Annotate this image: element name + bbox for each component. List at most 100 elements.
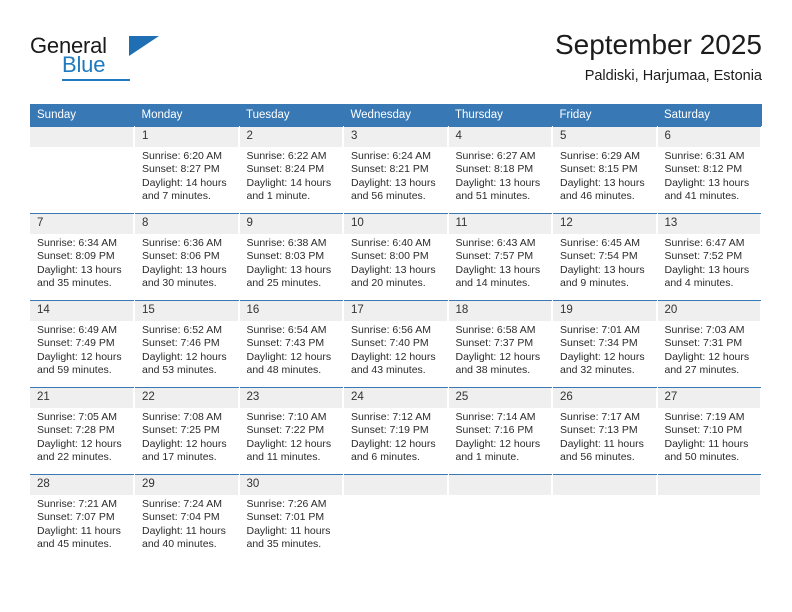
calendar-day-cell[interactable]: 17 Sunrise: 6:56 AM Sunset: 7:40 PM Dayligh… bbox=[343, 300, 449, 388]
weekday-header-row: Sunday Monday Tuesday Wednesday Thursday… bbox=[30, 104, 762, 127]
day-details: Sunrise: 6:34 AM Sunset: 8:09 PM Daylight:… bbox=[30, 234, 134, 291]
daylight-duration-line2: and 32 minutes. bbox=[560, 364, 635, 377]
calendar-day-cell[interactable]: 15 Sunrise: 6:52 AM Sunset: 7:46 PM Dayligh… bbox=[134, 300, 240, 388]
calendar-cell-empty bbox=[30, 126, 135, 214]
calendar-week-row: 21 Sunrise: 7:05 AM Sunset: 7:28 PM Dayligh… bbox=[30, 387, 762, 475]
daylight-duration-line2: and 43 minutes. bbox=[351, 364, 426, 377]
sunrise-time: Sunrise: 6:40 AM bbox=[351, 237, 431, 249]
calendar-day-cell[interactable]: 5 Sunrise: 6:29 AM Sunset: 8:15 PM Daylight… bbox=[552, 126, 658, 214]
sunrise-time: Sunrise: 6:27 AM bbox=[455, 150, 536, 162]
calendar-cell-empty bbox=[448, 474, 553, 561]
sunrise-time: Sunrise: 6:49 AM bbox=[37, 324, 117, 336]
cell-inner: 27 Sunrise: 7:19 AM Sunset: 7:10 PM Dayligh… bbox=[657, 388, 761, 474]
daylight-duration-line1: Daylight: 12 hours bbox=[142, 437, 227, 450]
sunset-time: Sunset: 7:04 PM bbox=[142, 511, 220, 524]
calendar-week-row: 28 Sunrise: 7:21 AM Sunset: 7:07 PM Dayligh… bbox=[30, 474, 762, 561]
day-details: Sunrise: 7:24 AM Sunset: 7:04 PM Daylight:… bbox=[135, 495, 239, 552]
page-header: General Blue September 2025 Paldiski, Ha… bbox=[0, 0, 792, 104]
calendar-day-cell[interactable]: 22 Sunrise: 7:08 AM Sunset: 7:25 PM Dayligh… bbox=[134, 387, 240, 475]
sunrise-time: Sunrise: 6:54 AM bbox=[246, 324, 327, 336]
sunset-time: Sunset: 7:37 PM bbox=[455, 337, 534, 350]
brand-underline bbox=[62, 79, 130, 81]
calendar-day-cell[interactable]: 11 Sunrise: 6:43 AM Sunset: 7:57 PM Dayligh… bbox=[448, 213, 553, 301]
calendar-day-cell[interactable]: 10 Sunrise: 6:40 AM Sunset: 8:00 PM Dayligh… bbox=[343, 213, 449, 301]
weekday-header-monday: Monday bbox=[134, 104, 239, 127]
calendar-day-cell[interactable]: 25 Sunrise: 7:14 AM Sunset: 7:16 PM Dayligh… bbox=[448, 387, 553, 475]
calendar-day-cell[interactable]: 23 Sunrise: 7:10 AM Sunset: 7:22 PM Dayligh… bbox=[239, 387, 344, 475]
cell-inner bbox=[657, 475, 761, 561]
day-number bbox=[30, 127, 134, 147]
day-number bbox=[448, 475, 552, 495]
daylight-duration-line1: Daylight: 14 hours bbox=[246, 176, 332, 189]
calendar-day-cell[interactable]: 7 Sunrise: 6:34 AM Sunset: 8:09 PM Daylight… bbox=[30, 213, 135, 301]
calendar-day-cell[interactable]: 16 Sunrise: 6:54 AM Sunset: 7:43 PM Dayligh… bbox=[239, 300, 344, 388]
calendar-day-cell[interactable]: 30 Sunrise: 7:26 AM Sunset: 7:01 PM Dayligh… bbox=[239, 474, 344, 561]
cell-inner: 23 Sunrise: 7:10 AM Sunset: 7:22 PM Dayligh… bbox=[239, 388, 343, 474]
day-number bbox=[344, 475, 448, 495]
cell-inner: 14 Sunrise: 6:49 AM Sunset: 7:49 PM Dayligh… bbox=[30, 301, 134, 387]
daylight-duration-line2: and 38 minutes. bbox=[455, 364, 531, 377]
day-details: Sunrise: 6:27 AM Sunset: 8:18 PM Daylight:… bbox=[449, 147, 553, 204]
cell-inner: 1 Sunrise: 6:20 AM Sunset: 8:27 PM Daylight… bbox=[135, 127, 239, 213]
daylight-duration-line2: and 45 minutes. bbox=[37, 538, 112, 551]
cell-inner: 11 Sunrise: 6:43 AM Sunset: 7:57 PM Dayligh… bbox=[448, 214, 552, 300]
sunset-time: Sunset: 7:43 PM bbox=[246, 337, 325, 350]
day-number: 25 bbox=[448, 388, 552, 408]
daylight-duration-line1: Daylight: 13 hours bbox=[142, 263, 227, 276]
daylight-duration-line2: and 25 minutes. bbox=[246, 277, 322, 290]
cell-inner: 21 Sunrise: 7:05 AM Sunset: 7:28 PM Dayligh… bbox=[30, 388, 134, 474]
calendar-day-cell[interactable]: 6 Sunrise: 6:31 AM Sunset: 8:12 PM Daylight… bbox=[657, 126, 762, 214]
calendar-day-cell[interactable]: 20 Sunrise: 7:03 AM Sunset: 7:31 PM Dayligh… bbox=[657, 300, 762, 388]
sunset-time: Sunset: 7:22 PM bbox=[246, 424, 325, 437]
calendar-day-cell[interactable]: 12 Sunrise: 6:45 AM Sunset: 7:54 PM Dayligh… bbox=[552, 213, 658, 301]
calendar-day-cell[interactable]: 1 Sunrise: 6:20 AM Sunset: 8:27 PM Daylight… bbox=[134, 126, 240, 214]
sunrise-time: Sunrise: 6:31 AM bbox=[664, 150, 745, 162]
cell-inner: 13 Sunrise: 6:47 AM Sunset: 7:52 PM Dayligh… bbox=[657, 214, 761, 300]
sunrise-time: Sunrise: 7:21 AM bbox=[37, 498, 117, 510]
calendar-day-cell[interactable]: 19 Sunrise: 7:01 AM Sunset: 7:34 PM Dayligh… bbox=[552, 300, 658, 388]
calendar-day-cell[interactable]: 21 Sunrise: 7:05 AM Sunset: 7:28 PM Dayligh… bbox=[30, 387, 135, 475]
day-number: 5 bbox=[553, 127, 657, 147]
calendar-day-cell[interactable]: 18 Sunrise: 6:58 AM Sunset: 7:37 PM Dayligh… bbox=[448, 300, 553, 388]
calendar-day-cell[interactable]: 2 Sunrise: 6:22 AM Sunset: 8:24 PM Daylight… bbox=[239, 126, 344, 214]
calendar-day-cell[interactable]: 24 Sunrise: 7:12 AM Sunset: 7:19 PM Dayligh… bbox=[343, 387, 449, 475]
location-subtitle: Paldiski, Harjumaa, Estonia bbox=[584, 68, 762, 84]
daylight-duration-line2: and 11 minutes. bbox=[246, 451, 321, 464]
daylight-duration-line1: Daylight: 13 hours bbox=[455, 263, 541, 276]
calendar-day-cell[interactable]: 8 Sunrise: 6:36 AM Sunset: 8:06 PM Daylight… bbox=[134, 213, 240, 301]
calendar-day-cell[interactable]: 3 Sunrise: 6:24 AM Sunset: 8:21 PM Daylight… bbox=[343, 126, 449, 214]
sunrise-time: Sunrise: 6:20 AM bbox=[142, 150, 222, 162]
calendar-day-cell[interactable]: 9 Sunrise: 6:38 AM Sunset: 8:03 PM Daylight… bbox=[239, 213, 344, 301]
day-number: 26 bbox=[553, 388, 657, 408]
calendar-day-cell[interactable]: 13 Sunrise: 6:47 AM Sunset: 7:52 PM Dayligh… bbox=[657, 213, 762, 301]
sunset-time: Sunset: 7:19 PM bbox=[351, 424, 429, 437]
day-number: 10 bbox=[344, 214, 448, 234]
sunset-time: Sunset: 7:40 PM bbox=[351, 337, 429, 350]
sunset-time: Sunset: 8:24 PM bbox=[246, 163, 325, 176]
day-number: 21 bbox=[30, 388, 134, 408]
daylight-duration-line2: and 40 minutes. bbox=[142, 538, 217, 551]
day-number: 7 bbox=[30, 214, 134, 234]
cell-inner: 9 Sunrise: 6:38 AM Sunset: 8:03 PM Daylight… bbox=[239, 214, 343, 300]
daylight-duration-line2: and 27 minutes. bbox=[664, 364, 740, 377]
daylight-duration-line2: and 59 minutes. bbox=[37, 364, 112, 377]
calendar-day-cell[interactable]: 14 Sunrise: 6:49 AM Sunset: 7:49 PM Dayligh… bbox=[30, 300, 135, 388]
calendar-day-cell[interactable]: 28 Sunrise: 7:21 AM Sunset: 7:07 PM Dayligh… bbox=[30, 474, 135, 561]
brand-logo[interactable]: General Blue bbox=[30, 33, 230, 83]
title-block: September 2025 Paldiski, Harjumaa, Eston… bbox=[555, 28, 762, 85]
day-number bbox=[657, 475, 761, 495]
daylight-duration-line1: Daylight: 14 hours bbox=[142, 176, 227, 189]
day-details: Sunrise: 6:45 AM Sunset: 7:54 PM Daylight:… bbox=[553, 234, 657, 291]
day-number: 30 bbox=[239, 475, 343, 495]
calendar-day-cell[interactable]: 26 Sunrise: 7:17 AM Sunset: 7:13 PM Dayligh… bbox=[552, 387, 658, 475]
triangle-logo-icon bbox=[129, 36, 159, 56]
calendar-day-cell[interactable]: 29 Sunrise: 7:24 AM Sunset: 7:04 PM Dayligh… bbox=[134, 474, 240, 561]
cell-inner: 19 Sunrise: 7:01 AM Sunset: 7:34 PM Dayligh… bbox=[553, 301, 657, 387]
sunset-time: Sunset: 7:07 PM bbox=[37, 511, 115, 524]
day-number: 27 bbox=[657, 388, 761, 408]
calendar-day-cell[interactable]: 27 Sunrise: 7:19 AM Sunset: 7:10 PM Dayligh… bbox=[657, 387, 762, 475]
calendar-day-cell[interactable]: 4 Sunrise: 6:27 AM Sunset: 8:18 PM Daylight… bbox=[448, 126, 553, 214]
calendar-week-row: 7 Sunrise: 6:34 AM Sunset: 8:09 PM Daylight… bbox=[30, 213, 762, 301]
daylight-duration-line1: Daylight: 12 hours bbox=[560, 350, 645, 363]
daylight-duration-line1: Daylight: 11 hours bbox=[664, 437, 749, 450]
